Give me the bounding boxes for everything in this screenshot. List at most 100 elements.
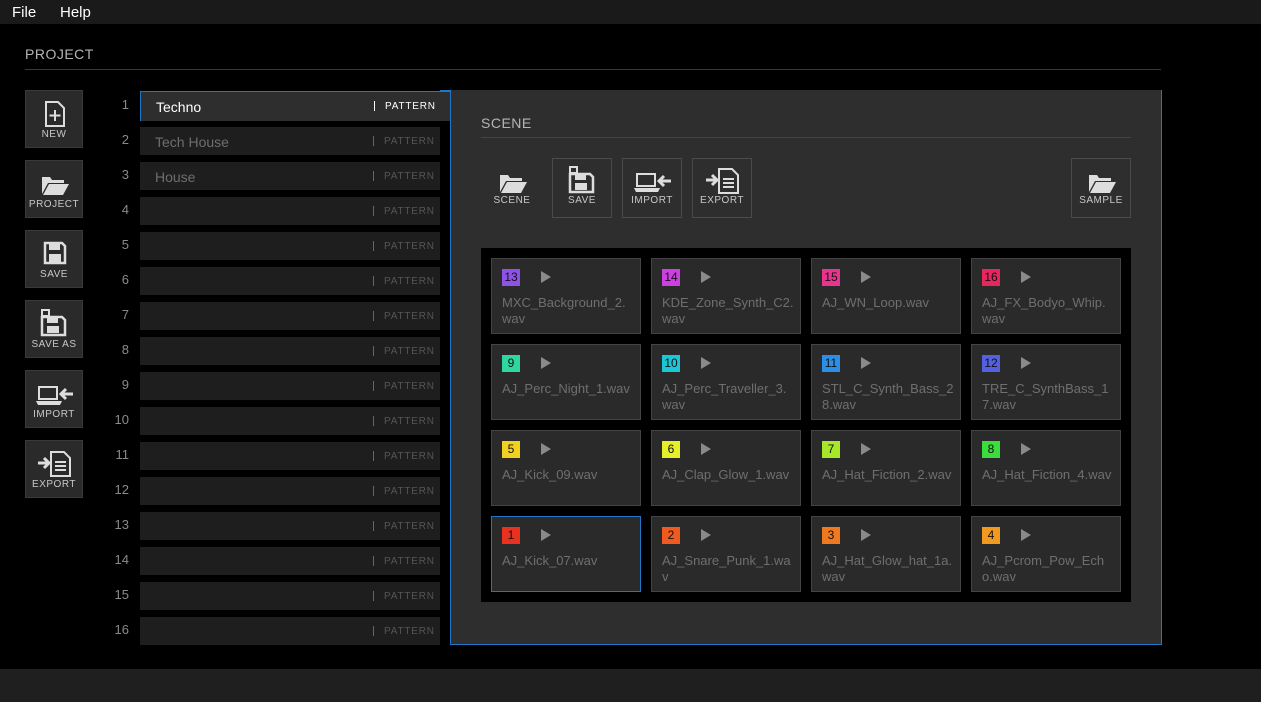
pattern-row[interactable]: PATTERN: [140, 547, 440, 575]
scene-save-label: SAVE: [568, 195, 596, 206]
export-icon: [706, 168, 739, 194]
save-icon: [568, 166, 595, 194]
pad-filename: AJ_Hat_Fiction_4.wav: [982, 467, 1112, 482]
play-icon[interactable]: [861, 357, 871, 369]
pad-filename: KDE_Zone_Synth_C2.wav: [662, 295, 794, 326]
pattern-divider: [373, 311, 374, 321]
pattern-tag: PATTERN: [384, 171, 435, 182]
save-icon: [43, 241, 67, 265]
pad-filename: AJ_Kick_09.wav: [502, 467, 598, 482]
menu-file[interactable]: File: [12, 4, 36, 21]
pattern-row[interactable]: PATTERN: [140, 582, 440, 610]
scene-import-button[interactable]: IMPORT: [622, 158, 682, 218]
sample-pad[interactable]: 10 AJ_Perc_Traveller_3.wav: [651, 344, 801, 420]
pattern-divider: [373, 276, 374, 286]
sample-pad[interactable]: 15 AJ_WN_Loop.wav: [811, 258, 961, 334]
sample-pad[interactable]: 4 AJ_Pcrom_Pow_Echo.wav: [971, 516, 1121, 592]
play-icon[interactable]: [1021, 443, 1031, 455]
play-icon[interactable]: [541, 271, 551, 283]
pattern-name: Techno: [156, 99, 202, 115]
sample-pad[interactable]: 8 AJ_Hat_Fiction_4.wav: [971, 430, 1121, 506]
pattern-row[interactable]: Tech House PATTERN: [140, 127, 440, 155]
export-button[interactable]: EXPORT: [25, 440, 83, 498]
sample-pad[interactable]: 11 STL_C_Synth_Bass_28.wav: [811, 344, 961, 420]
pattern-name: House: [155, 169, 196, 185]
pattern-divider: [374, 101, 375, 111]
save-as-button[interactable]: SAVE AS: [25, 300, 83, 358]
pattern-row[interactable]: PATTERN: [140, 232, 440, 260]
pattern-row[interactable]: PATTERN: [140, 302, 440, 330]
pattern-row[interactable]: PATTERN: [140, 617, 440, 645]
sample-pad[interactable]: 6 AJ_Clap_Glow_1.wav: [651, 430, 801, 506]
pattern-row[interactable]: Techno PATTERN: [140, 91, 451, 121]
sample-button[interactable]: SAMPLE: [1071, 158, 1131, 218]
save-button[interactable]: SAVE: [25, 230, 83, 288]
pad-number-badge: 4: [982, 527, 1000, 544]
project-title: PROJECT: [25, 46, 94, 62]
import-button[interactable]: IMPORT: [25, 370, 83, 428]
pad-number-badge: 11: [822, 355, 840, 372]
pad-number-badge: 6: [662, 441, 680, 458]
pattern-divider: [373, 136, 374, 146]
scene-open-button[interactable]: SCENE: [482, 158, 542, 218]
pad-number-badge: 12: [982, 355, 1000, 372]
play-icon[interactable]: [861, 271, 871, 283]
pattern-tag: PATTERN: [384, 136, 435, 147]
project-divider: [25, 69, 1161, 70]
play-icon[interactable]: [541, 443, 551, 455]
pattern-number: 3: [121, 167, 129, 182]
pattern-name: Tech House: [155, 134, 229, 150]
pattern-number: 2: [121, 132, 129, 147]
sample-pad[interactable]: 3 AJ_Hat_Glow_hat_1a.wav: [811, 516, 961, 592]
play-icon[interactable]: [701, 271, 711, 283]
pattern-row[interactable]: PATTERN: [140, 442, 440, 470]
pattern-row[interactable]: PATTERN: [140, 337, 440, 365]
sample-pad[interactable]: 14 KDE_Zone_Synth_C2.wav: [651, 258, 801, 334]
pattern-row[interactable]: PATTERN: [140, 372, 440, 400]
sample-pad[interactable]: 1 AJ_Kick_07.wav: [491, 516, 641, 592]
import-icon: [36, 386, 73, 405]
pattern-row[interactable]: PATTERN: [140, 407, 440, 435]
play-icon[interactable]: [1021, 357, 1031, 369]
pattern-divider: [373, 556, 374, 566]
project-button-label: PROJECT: [28, 199, 80, 210]
pattern-row[interactable]: PATTERN: [140, 197, 440, 225]
save-button-label: SAVE: [40, 269, 68, 280]
play-icon[interactable]: [541, 529, 551, 541]
pattern-row[interactable]: PATTERN: [140, 477, 440, 505]
play-icon[interactable]: [701, 443, 711, 455]
pattern-number: 14: [114, 552, 129, 567]
play-icon[interactable]: [861, 529, 871, 541]
play-icon[interactable]: [1021, 529, 1031, 541]
play-icon[interactable]: [861, 443, 871, 455]
play-icon[interactable]: [701, 529, 711, 541]
sample-pad[interactable]: 16 AJ_FX_Bodyo_Whip.wav: [971, 258, 1121, 334]
pad-number-badge: 7: [822, 441, 840, 458]
project-button[interactable]: PROJECT: [25, 160, 83, 218]
pattern-row[interactable]: House PATTERN: [140, 162, 440, 190]
pattern-divider: [373, 381, 374, 391]
scene-save-button[interactable]: SAVE: [552, 158, 612, 218]
sample-pad[interactable]: 12 TRE_C_SynthBass_17.wav: [971, 344, 1121, 420]
scene-import-label: IMPORT: [631, 195, 673, 206]
pattern-number: 4: [121, 202, 129, 217]
play-icon[interactable]: [701, 357, 711, 369]
pattern-number: 15: [114, 587, 129, 602]
scene-export-button[interactable]: EXPORT: [692, 158, 752, 218]
new-button[interactable]: NEW: [25, 90, 83, 148]
sample-pad[interactable]: 5 AJ_Kick_09.wav: [491, 430, 641, 506]
sample-button-label: SAMPLE: [1079, 195, 1123, 206]
play-icon[interactable]: [1021, 271, 1031, 283]
sample-pad[interactable]: 2 AJ_Snare_Punk_1.wav: [651, 516, 801, 592]
sample-pad[interactable]: 13 MXC_Background_2.wav: [491, 258, 641, 334]
pad-number-badge: 10: [662, 355, 680, 372]
pattern-row[interactable]: PATTERN: [140, 512, 440, 540]
sample-pad[interactable]: 7 AJ_Hat_Fiction_2.wav: [811, 430, 961, 506]
sample-pad[interactable]: 9 AJ_Perc_Night_1.wav: [491, 344, 641, 420]
pattern-row[interactable]: PATTERN: [140, 267, 440, 295]
pattern-divider: [373, 241, 374, 251]
pattern-number: 7: [121, 307, 129, 322]
pad-filename: AJ_WN_Loop.wav: [822, 295, 929, 310]
menu-help[interactable]: Help: [60, 4, 91, 21]
play-icon[interactable]: [541, 357, 551, 369]
